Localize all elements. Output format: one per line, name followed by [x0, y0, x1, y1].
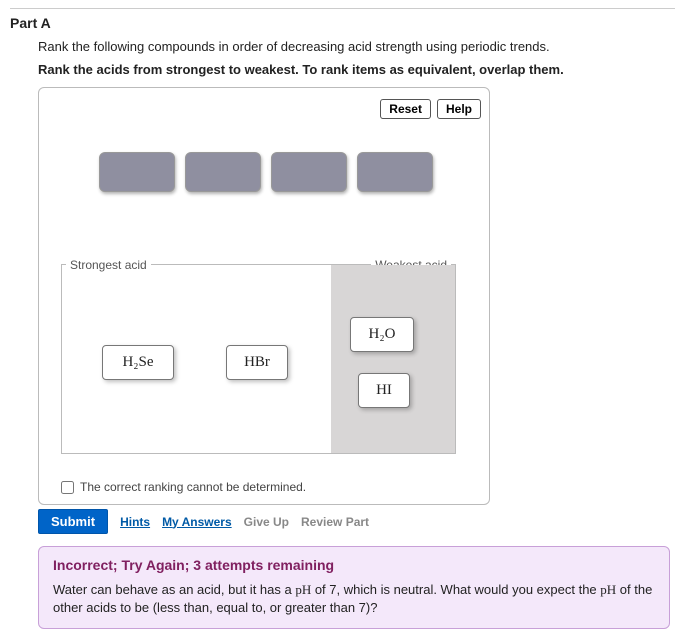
review-part-link[interactable]: Review Part [301, 515, 369, 529]
empty-slot[interactable] [99, 152, 175, 192]
submit-button[interactable]: Submit [38, 509, 108, 534]
cannot-determine-checkbox[interactable] [61, 481, 74, 494]
rank-drop-area[interactable]: Strongest acid Weakest acid H₂Se HBr H₂O… [61, 264, 456, 454]
reset-button[interactable]: Reset [380, 99, 431, 119]
instruction-bold: Rank the acids from strongest to weakest… [38, 62, 675, 77]
chip-hi[interactable]: HI [358, 373, 410, 408]
feedback-title: Incorrect; Try Again; 3 attempts remaini… [53, 557, 655, 573]
part-label: Part A [10, 15, 675, 31]
help-button[interactable]: Help [437, 99, 481, 119]
ph-text: pH [295, 582, 311, 597]
chip-h2se[interactable]: H₂Se [102, 345, 174, 380]
instruction-text: Rank the following compounds in order of… [38, 39, 675, 54]
hints-link[interactable]: Hints [120, 515, 150, 529]
ranking-canvas: Reset Help Strongest acid Weakest acid H… [38, 87, 490, 505]
feedback-panel: Incorrect; Try Again; 3 attempts remaini… [38, 546, 670, 629]
strongest-label: Strongest acid [66, 258, 151, 272]
empty-slot[interactable] [271, 152, 347, 192]
give-up-link[interactable]: Give Up [244, 515, 289, 529]
feedback-text: Water can behave as an acid, but it has … [53, 582, 295, 597]
cannot-determine-label: The correct ranking cannot be determined… [80, 480, 306, 494]
chip-h2o[interactable]: H₂O [350, 317, 414, 352]
empty-slots-row [39, 124, 489, 234]
my-answers-link[interactable]: My Answers [162, 515, 232, 529]
empty-slot[interactable] [357, 152, 433, 192]
empty-slot[interactable] [185, 152, 261, 192]
weakest-column-shade [331, 265, 455, 453]
feedback-text: of 7, which is neutral. What would you e… [311, 582, 600, 597]
chip-hbr[interactable]: HBr [226, 345, 288, 380]
ph-text: pH [600, 582, 616, 597]
feedback-body: Water can behave as an acid, but it has … [53, 581, 655, 616]
